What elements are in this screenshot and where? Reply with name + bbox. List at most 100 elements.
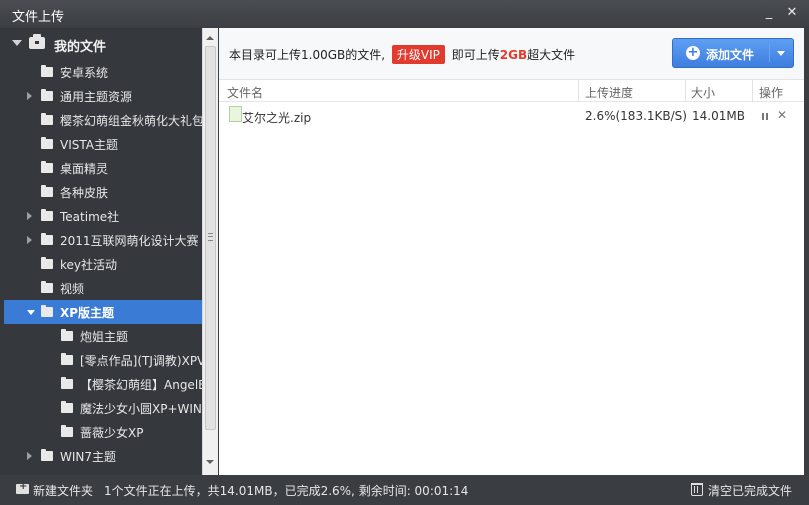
limit-suffix-text: 超大文件 xyxy=(527,48,576,62)
limit-text: 本目录可上传1.00GB的文件, xyxy=(229,48,386,62)
folder-icon xyxy=(41,185,53,197)
status-bar: 新建文件夹 1个文件正在上传，共14.01MB，已完成2.6%, 剩余时间: 0… xyxy=(0,475,809,505)
column-file-name[interactable]: 文件名 xyxy=(227,84,263,101)
scroll-down-icon[interactable] xyxy=(206,460,214,464)
scroll-thumb[interactable] xyxy=(205,46,216,430)
folder-label: 桌面精灵 xyxy=(60,162,109,176)
sidebar-scrollbar[interactable] xyxy=(202,28,218,475)
folder-icon xyxy=(41,89,53,101)
expand-down-icon[interactable] xyxy=(27,310,35,315)
dropdown-caret-icon[interactable] xyxy=(777,51,785,56)
trash-icon[interactable] xyxy=(691,483,703,496)
folder-label: VISTA主题 xyxy=(60,138,118,152)
expand-right-icon[interactable] xyxy=(27,236,32,244)
folder-tree: 安卓系统通用主题资源樱茶幻萌组金秋萌化大礼包 VISTA主题 桌面精灵各种皮肤 Tea… xyxy=(4,60,202,473)
button-divider xyxy=(769,44,770,62)
folder-label: XP版主题 xyxy=(60,306,115,320)
sidebar-folder-item[interactable]: 蔷薇少女XP xyxy=(4,420,202,444)
pause-icon[interactable] xyxy=(762,113,769,120)
close-icon[interactable]: ✕ xyxy=(783,4,801,22)
new-folder-button[interactable]: 新建文件夹 xyxy=(33,482,93,499)
remove-icon[interactable]: ✕ xyxy=(777,108,787,122)
sidebar: 我的文件 安卓系统通用主题资源樱茶幻萌组金秋萌化大礼包 VISTA主题 桌面精灵各种… xyxy=(0,28,218,475)
folder-label: 安卓系统 xyxy=(60,66,109,80)
folder-icon xyxy=(41,113,53,125)
sidebar-folder-item[interactable]: 炮姐主题 xyxy=(4,324,202,348)
sidebar-folder-item[interactable]: 樱茶幻萌组金秋萌化大礼包 xyxy=(4,108,202,132)
file-list-header: 文件名 上传进度 大小 操作 xyxy=(219,80,804,102)
file-size: 14.01MB xyxy=(692,109,745,123)
folder-icon xyxy=(41,209,53,221)
limit-highlight: 2GB xyxy=(499,48,528,62)
column-progress[interactable]: 上传进度 xyxy=(585,84,633,101)
folder-label: Teatime社 xyxy=(60,210,120,224)
sidebar-folder-item[interactable]: 通用主题资源 xyxy=(4,84,202,108)
sidebar-folder-item[interactable]: VISTA主题 xyxy=(4,132,202,156)
sidebar-folder-item[interactable]: key社活动 xyxy=(4,252,202,276)
column-actions: 操作 xyxy=(759,86,784,100)
sidebar-folder-item[interactable]: [零点作品](TJ调教)XPV xyxy=(4,348,202,372)
add-file-button[interactable]: + 添加文件 xyxy=(672,38,794,68)
sidebar-folder-item[interactable]: 魔法少女小圆XP+WIN7 xyxy=(4,396,202,420)
sidebar-folder-item[interactable]: Teatime社 xyxy=(4,204,202,228)
window-border xyxy=(804,28,809,475)
limit-middle-text: 即可上传 xyxy=(451,48,500,62)
sidebar-folder-item[interactable]: 视频 xyxy=(4,276,202,300)
sidebar-folder-item[interactable]: 安卓系统 xyxy=(4,60,202,84)
file-row[interactable]: 艾尔之光.zip 2.6%(183.1KB/S) 14.01MB ✕ xyxy=(219,104,804,130)
expand-right-icon[interactable] xyxy=(27,452,32,460)
folder-label: 炮姐主题 xyxy=(80,330,129,344)
drive-icon xyxy=(29,34,45,49)
upload-toolbar: 本目录可上传1.00GB的文件, 升级VIP 即可上传2GB超大文件 + 添加文… xyxy=(219,28,804,80)
sidebar-folder-item[interactable]: WIN7主题 xyxy=(4,444,202,468)
sidebar-root-my-files[interactable]: 我的文件 xyxy=(0,28,204,60)
folder-label: [零点作品](TJ调教)XPV xyxy=(80,354,202,368)
file-progress: 2.6%(183.1KB/S) xyxy=(585,109,687,123)
grip-icon xyxy=(208,233,213,241)
add-file-label: 添加文件 xyxy=(706,48,755,62)
folder-label: WIN7主题 xyxy=(60,450,117,464)
sidebar-folder-item[interactable]: 桌面精灵 xyxy=(4,156,202,180)
folder-label: 魔法少女小圆XP+WIN7 xyxy=(80,402,202,416)
folder-icon xyxy=(61,329,73,341)
folder-label: 【樱茶幻萌组】AngelBe xyxy=(80,378,202,392)
folder-icon xyxy=(41,161,53,173)
folder-icon xyxy=(41,449,53,461)
sidebar-folder-item[interactable]: XP版主题 xyxy=(4,300,202,324)
column-divider xyxy=(752,80,753,102)
folder-icon xyxy=(61,425,73,437)
scroll-up-icon[interactable] xyxy=(206,36,214,40)
title-bar: 文件上传 _ ✕ xyxy=(0,0,809,28)
column-size[interactable]: 大小 xyxy=(691,84,715,101)
plus-icon: + xyxy=(686,45,700,60)
folder-icon xyxy=(41,233,53,245)
column-divider xyxy=(578,80,579,102)
upload-limit-info: 本目录可上传1.00GB的文件, 升级VIP 即可上传2GB超大文件 xyxy=(229,45,575,64)
sidebar-folder-item[interactable]: 【樱茶幻萌组】AngelBe xyxy=(4,372,202,396)
upload-panel: 本目录可上传1.00GB的文件, 升级VIP 即可上传2GB超大文件 + 添加文… xyxy=(219,28,804,475)
zip-file-icon xyxy=(229,106,242,122)
expand-down-icon[interactable] xyxy=(12,40,22,46)
folder-icon xyxy=(61,353,73,365)
clear-completed-button[interactable]: 清空已完成文件 xyxy=(708,482,792,499)
folder-label: 樱茶幻萌组金秋萌化大礼包 xyxy=(60,114,202,128)
folder-icon xyxy=(41,137,53,149)
column-divider xyxy=(685,80,686,102)
expand-right-icon[interactable] xyxy=(27,212,32,220)
folder-icon xyxy=(41,305,53,317)
file-name: 艾尔之光.zip xyxy=(242,111,312,125)
sidebar-root-label: 我的文件 xyxy=(54,40,107,55)
folder-icon xyxy=(61,377,73,389)
upgrade-vip-button[interactable]: 升级VIP xyxy=(391,45,445,64)
folder-icon xyxy=(41,257,53,269)
expand-right-icon[interactable] xyxy=(27,92,32,100)
folder-label: key社活动 xyxy=(60,258,118,272)
folder-icon xyxy=(61,401,73,413)
new-folder-icon[interactable] xyxy=(16,481,29,494)
sidebar-folder-item[interactable]: 各种皮肤 xyxy=(4,180,202,204)
sidebar-folder-item[interactable]: 2011互联网萌化设计大赛 xyxy=(4,228,202,252)
folder-label: 视频 xyxy=(60,282,85,296)
minimize-icon[interactable]: _ xyxy=(760,4,778,22)
folder-icon xyxy=(41,65,53,77)
folder-label: 各种皮肤 xyxy=(60,186,109,200)
